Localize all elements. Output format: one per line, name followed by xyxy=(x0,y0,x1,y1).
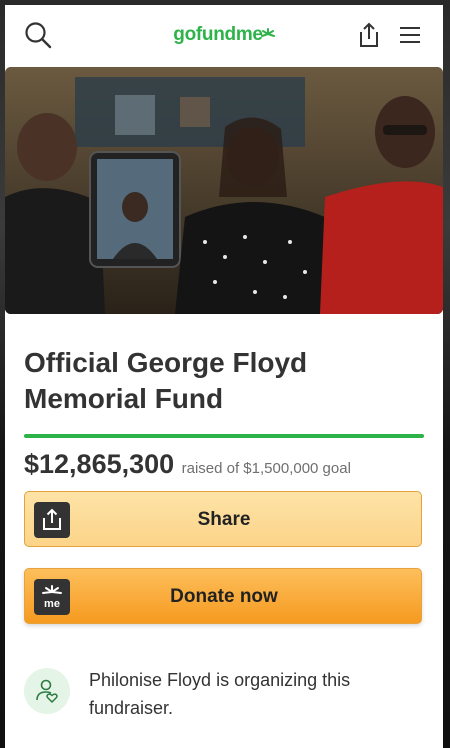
logo-burst-icon xyxy=(260,24,275,46)
logo-text: gofundme xyxy=(173,24,263,45)
share-button[interactable]: Share xyxy=(24,491,422,547)
hero-photo-illustration xyxy=(5,67,443,314)
share-button-label: Share xyxy=(197,509,251,530)
organizer-avatar xyxy=(24,668,70,714)
menu-icon[interactable] xyxy=(394,19,426,51)
goal-text: raised of $1,500,000 goal xyxy=(181,460,351,477)
donate-now-button[interactable]: me Donate now xyxy=(24,568,422,624)
donate-button-label: Donate now xyxy=(170,586,278,607)
amount-raised: $12,865,300 xyxy=(24,449,175,479)
amount-raised-row: $12,865,300 raised of $1,500,000 goal xyxy=(24,449,434,480)
hero-photo xyxy=(5,67,443,314)
funding-progress-fill xyxy=(24,434,424,438)
campaign-card: gofundme Official George Floyd Memorial … xyxy=(5,5,443,748)
funding-progress-bar xyxy=(24,434,424,438)
campaign-title: Official George Floyd Memorial Fund xyxy=(24,347,308,414)
top-navigation-bar: gofundme xyxy=(5,5,443,67)
share-upload-icon[interactable] xyxy=(353,19,385,51)
organizer-text: Philonise Floyd is organizing this fundr… xyxy=(89,670,351,718)
organizer-heart-person-icon xyxy=(36,679,58,704)
